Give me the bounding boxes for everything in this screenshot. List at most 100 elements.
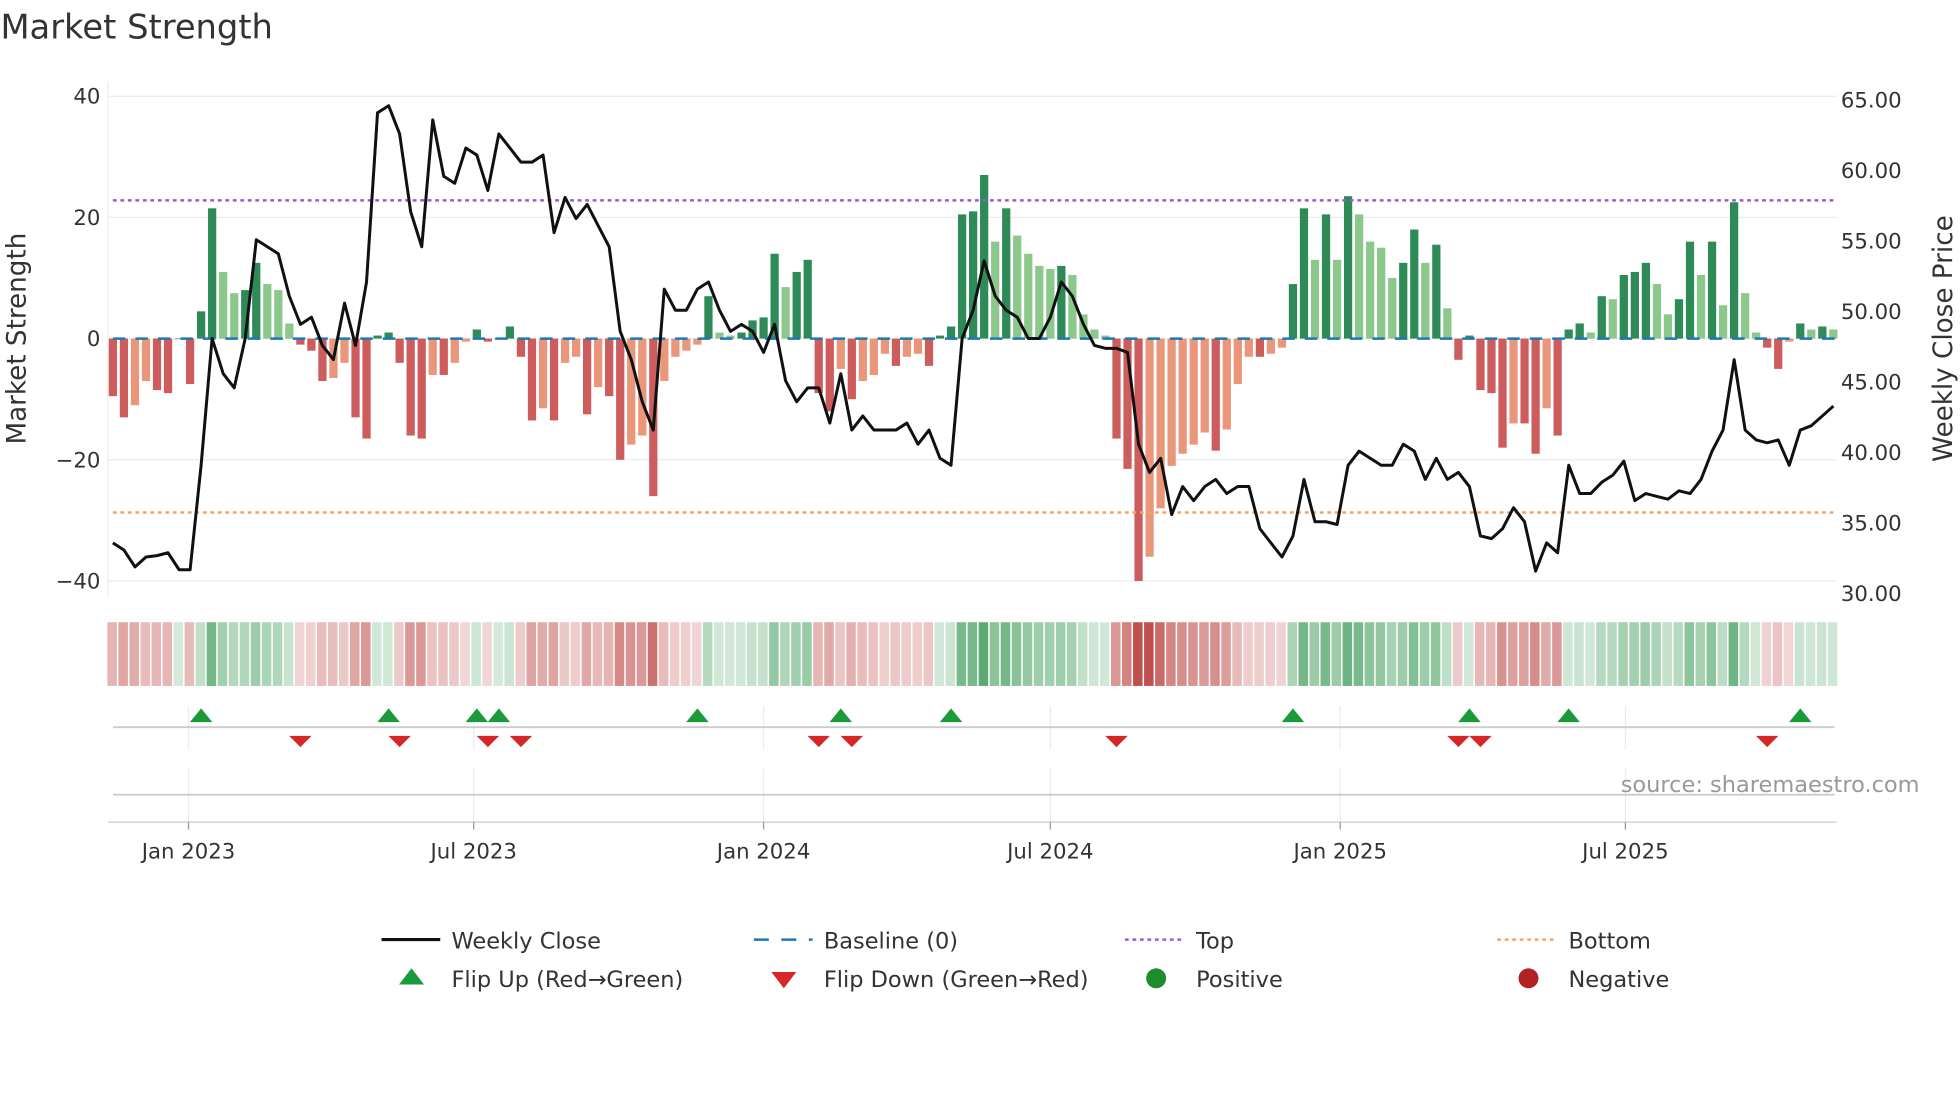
flip-up-marker xyxy=(1789,708,1812,723)
strength-bar xyxy=(1707,241,1717,339)
strength-bar xyxy=(1663,314,1673,339)
strength-bar xyxy=(119,338,129,418)
legend-label: Bottom xyxy=(1568,928,1650,954)
strength-bar xyxy=(219,271,228,339)
strength-bar xyxy=(1454,338,1463,360)
strength-bar xyxy=(1597,296,1606,339)
strength-bar xyxy=(1377,247,1386,339)
strength-bar xyxy=(108,338,118,397)
strength-bar xyxy=(1553,338,1562,436)
strength-bar xyxy=(141,338,151,382)
heat-cell xyxy=(1353,622,1364,686)
heat-cell xyxy=(1783,622,1794,686)
strength-bar xyxy=(1763,338,1772,348)
strength-bar xyxy=(450,338,459,363)
flip-up-marker xyxy=(487,708,511,723)
heat-cell xyxy=(1077,622,1088,686)
heat-cell xyxy=(405,622,415,686)
strength-bar xyxy=(395,338,404,363)
y2-tick-label: 65.00 xyxy=(1841,88,1902,113)
flip-down-marker xyxy=(1755,735,1779,748)
right-axis-ticks: 65.00 60.00 55.00 50.00 45.00 40.00 35.00 30.00 xyxy=(1841,88,1902,607)
flip-down-marker xyxy=(1105,735,1128,748)
heat-cell xyxy=(769,622,779,686)
heat-cell xyxy=(1408,622,1419,686)
strength-bar xyxy=(1410,229,1419,339)
heat-cell xyxy=(526,622,536,686)
legend-label: Flip Up (Red→Green) xyxy=(451,967,683,993)
strength-bar xyxy=(1652,284,1662,339)
flip-up-marker xyxy=(939,708,963,723)
heat-cell xyxy=(658,622,669,686)
heat-cell xyxy=(460,622,470,686)
flip-down-marker xyxy=(1469,735,1492,748)
strength-bar xyxy=(1807,329,1816,339)
heat-cell xyxy=(1044,622,1055,686)
strength-bar xyxy=(902,338,912,357)
flip-up-marker xyxy=(377,708,400,723)
strength-bar xyxy=(891,338,901,366)
strength-bar xyxy=(439,338,448,375)
strength-bar xyxy=(1685,241,1695,339)
strength-bar xyxy=(1002,208,1011,339)
strength-bar xyxy=(1332,259,1342,339)
strength-bar xyxy=(869,338,878,375)
heat-cell xyxy=(989,622,1000,686)
heat-cell xyxy=(239,622,250,686)
strength-bar xyxy=(1288,284,1298,339)
strength-bar xyxy=(351,338,360,418)
y-tick-label: 20 xyxy=(73,206,100,231)
heat-cell xyxy=(1662,622,1672,686)
y-tick-label: −40 xyxy=(56,569,101,594)
strength-bar xyxy=(461,338,470,342)
legend-label: Baseline (0) xyxy=(824,928,958,954)
flip-up-marker xyxy=(465,708,489,723)
x-tick-label: Jan 2024 xyxy=(715,839,811,864)
strength-bar xyxy=(1266,338,1276,354)
heat-cell xyxy=(945,622,956,686)
strength-bar xyxy=(230,293,239,339)
strength-bar xyxy=(1531,338,1540,454)
strength-bar xyxy=(1432,244,1441,339)
strength-bar xyxy=(1277,338,1287,348)
heat-cell xyxy=(1640,622,1650,686)
legend-label: Top xyxy=(1195,928,1234,954)
heat-cell xyxy=(261,622,272,686)
strength-bar xyxy=(1741,293,1750,339)
strength-bar xyxy=(571,338,581,357)
heat-cell xyxy=(327,622,338,686)
heat-cell xyxy=(1508,622,1518,686)
strength-bar xyxy=(549,338,559,421)
heat-cell xyxy=(162,622,173,686)
heat-cell xyxy=(1243,622,1253,686)
strength-bar xyxy=(660,338,669,382)
strength-bar xyxy=(1509,338,1518,424)
heat-cell xyxy=(956,622,967,686)
heat-cell xyxy=(151,622,162,686)
heat-cell xyxy=(835,622,845,686)
strength-bar xyxy=(1299,208,1309,339)
heat-cell xyxy=(394,622,404,686)
negative-legend-icon xyxy=(1518,968,1539,989)
strength-bar xyxy=(1244,338,1253,357)
gridlines xyxy=(107,81,1838,823)
heat-cell xyxy=(1552,622,1562,686)
strength-bar xyxy=(1366,241,1375,339)
heat-cell xyxy=(791,622,801,686)
legend: Weekly Close Baseline (0) Top Bottom Flip Up… xyxy=(381,928,1669,993)
strength-bar xyxy=(1178,338,1187,454)
heat-cell xyxy=(383,622,393,686)
heat-cell xyxy=(1463,622,1474,686)
heat-cell xyxy=(372,622,382,686)
heat-cell xyxy=(1000,622,1011,686)
strength-bar xyxy=(935,335,945,339)
strength-bar xyxy=(1035,265,1044,339)
strength-bar xyxy=(1674,299,1684,339)
heat-cell xyxy=(283,622,294,686)
heat-cell xyxy=(691,622,702,686)
heat-cell xyxy=(879,622,889,686)
strength-bar xyxy=(1222,338,1231,430)
strength-bar xyxy=(1729,202,1739,339)
strength-bar xyxy=(1145,338,1154,557)
heat-cell xyxy=(338,622,349,686)
